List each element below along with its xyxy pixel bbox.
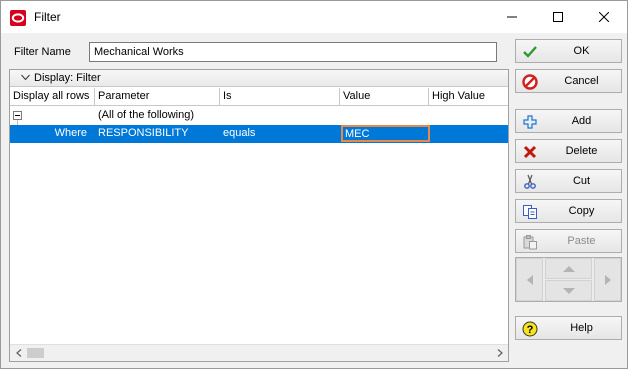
delete-x-icon	[523, 145, 537, 159]
help-button[interactable]: ? Help	[515, 316, 622, 340]
triangle-down-icon	[563, 288, 575, 294]
move-right-button[interactable]	[594, 258, 621, 301]
triangle-up-icon	[563, 266, 575, 272]
delete-button[interactable]: Delete	[515, 139, 622, 163]
minimize-button[interactable]	[489, 1, 535, 33]
triangle-left-icon	[527, 275, 533, 285]
move-arrows-pad	[515, 257, 622, 302]
triangle-right-icon	[605, 275, 611, 285]
app-logo-icon	[10, 10, 26, 26]
window-title: Filter	[34, 10, 61, 24]
plus-icon	[523, 115, 537, 129]
column-header-value[interactable]: Value	[340, 88, 429, 106]
scroll-right-button[interactable]	[491, 345, 508, 361]
minimize-icon	[507, 16, 517, 18]
filter-dialog: Filter Filter Name Display: Filter Displ…	[0, 0, 628, 369]
delete-label: Delete	[565, 145, 598, 157]
group-row[interactable]: (All of the following)	[10, 107, 508, 125]
close-icon	[598, 11, 610, 23]
chevron-left-icon	[15, 349, 21, 357]
ok-button[interactable]: OK	[515, 39, 622, 63]
high-value-cell[interactable]	[430, 125, 436, 143]
table-row[interactable]: Where RESPONSIBILITY equals MEC	[10, 125, 508, 143]
chevron-right-icon	[497, 349, 503, 357]
column-header-parameter[interactable]: Parameter	[95, 88, 220, 106]
cut-label: Cut	[572, 175, 591, 187]
cancel-button[interactable]: Cancel	[515, 69, 622, 93]
maximize-button[interactable]	[535, 1, 581, 33]
move-left-button[interactable]	[516, 258, 543, 301]
add-button[interactable]: Add	[515, 109, 622, 133]
column-header-display-all-rows[interactable]: Display all rows	[10, 88, 95, 106]
move-down-button[interactable]	[545, 280, 592, 301]
chevron-down-icon	[21, 74, 30, 81]
display-filter-bar[interactable]: Display: Filter	[10, 70, 508, 87]
copy-button[interactable]: Copy	[515, 199, 622, 223]
checkmark-icon	[523, 46, 537, 58]
move-up-button[interactable]	[545, 258, 592, 279]
grid-header: Display all rows Parameter Is Value High…	[10, 88, 508, 106]
ok-label: OK	[573, 45, 590, 57]
cancel-label: Cancel	[564, 75, 599, 87]
svg-text:?: ?	[527, 324, 534, 336]
display-filter-label: Display: Filter	[34, 72, 101, 84]
column-header-is[interactable]: Is	[220, 88, 340, 106]
scroll-thumb[interactable]	[27, 348, 44, 358]
paste-icon	[523, 235, 537, 250]
add-label: Add	[571, 115, 592, 127]
filter-name-label: Filter Name	[14, 46, 71, 58]
copy-label: Copy	[568, 205, 595, 217]
scroll-left-button[interactable]	[10, 345, 27, 361]
maximize-icon	[553, 12, 563, 22]
parameter-cell[interactable]: RESPONSIBILITY	[95, 125, 191, 143]
value-cell-editor[interactable]: MEC	[341, 125, 430, 142]
is-cell[interactable]: equals	[220, 125, 258, 143]
scissors-icon	[524, 174, 536, 189]
group-row-text: (All of the following)	[98, 109, 194, 121]
title-bar: Filter	[1, 1, 627, 33]
filter-grid-panel: Display: Filter Display all rows Paramet…	[9, 69, 509, 362]
column-header-high-value[interactable]: High Value	[429, 88, 508, 106]
help-label: Help	[570, 322, 593, 334]
filter-name-input[interactable]	[89, 42, 497, 62]
horizontal-scrollbar[interactable]	[10, 344, 508, 361]
cut-button[interactable]: Cut	[515, 169, 622, 193]
help-icon: ?	[522, 321, 538, 337]
collapse-icon[interactable]	[13, 111, 22, 120]
where-cell: Where	[54, 127, 87, 139]
paste-button[interactable]: Paste	[515, 229, 622, 253]
copy-icon	[523, 205, 537, 219]
paste-label: Paste	[567, 235, 596, 247]
close-button[interactable]	[581, 1, 627, 33]
cancel-icon	[522, 74, 538, 90]
